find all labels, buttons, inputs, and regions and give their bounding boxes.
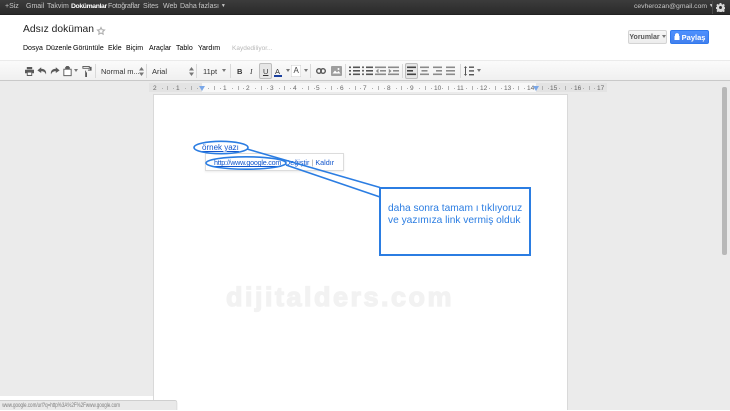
svg-text:A: A: [294, 66, 300, 75]
